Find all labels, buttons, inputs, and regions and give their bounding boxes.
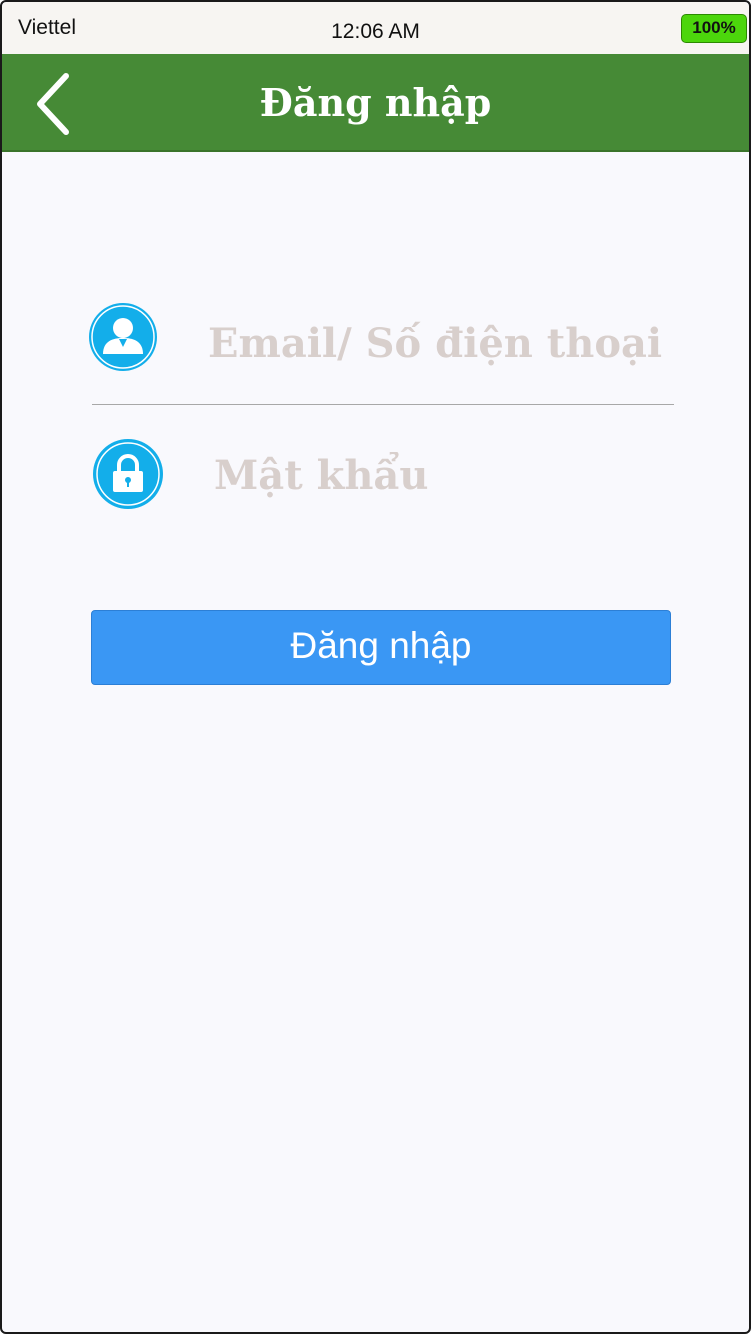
page-title: Đăng nhập xyxy=(259,80,492,125)
login-button[interactable]: Đăng nhập xyxy=(91,610,671,685)
field-divider xyxy=(92,404,674,405)
phone-screen: Viettel 12:06 AM 100% Đăng nhập Email/ S… xyxy=(0,0,751,1334)
password-input[interactable] xyxy=(212,444,616,506)
email-field xyxy=(88,300,680,378)
status-bar: Viettel 12:06 AM 100% xyxy=(2,2,749,54)
lock-icon xyxy=(93,439,163,509)
email-input[interactable] xyxy=(206,314,680,372)
password-field xyxy=(88,434,678,512)
battery-indicator: 100% xyxy=(681,14,747,43)
clock-label: 12:06 AM xyxy=(331,20,420,43)
navigation-bar: Đăng nhập xyxy=(2,54,749,152)
user-icon xyxy=(89,303,157,371)
